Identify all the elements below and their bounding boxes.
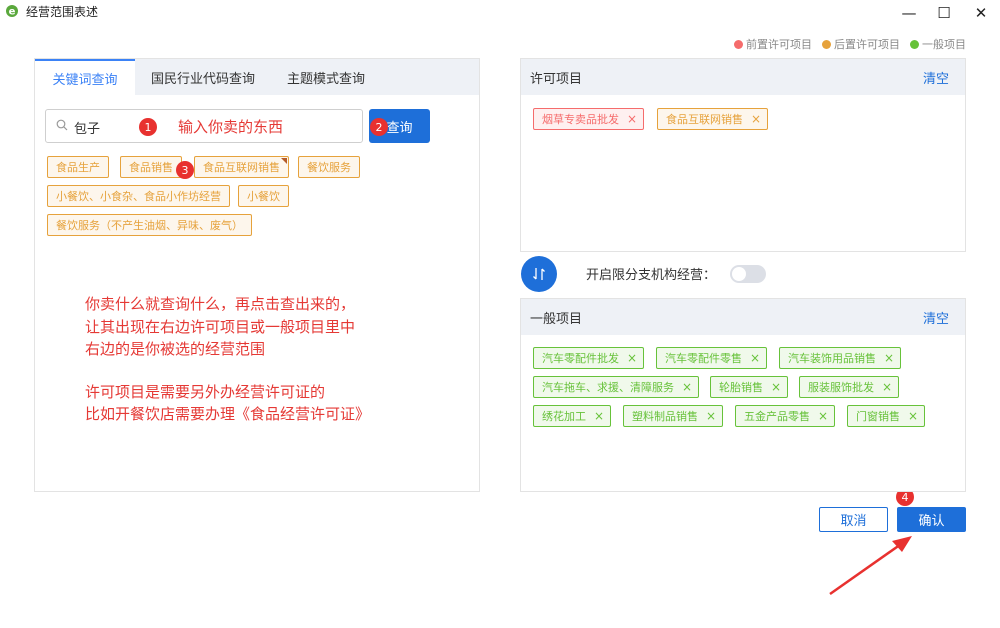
remove-icon[interactable]: ×: [594, 409, 604, 423]
tag-label: 烟草专卖品批发: [542, 113, 619, 126]
legend-dot: [734, 39, 743, 49]
selected-corner-icon: [281, 158, 287, 164]
confirm-button[interactable]: 确认: [897, 507, 966, 532]
remove-icon[interactable]: ×: [818, 409, 828, 423]
remove-icon[interactable]: ×: [627, 112, 637, 126]
branch-toggle-switch[interactable]: [730, 265, 766, 283]
general-tag: 门窗销售 ×: [847, 405, 926, 427]
branch-toggle-label: 开启限分支机构经营：: [586, 268, 717, 283]
tag-label: 食品互联网销售: [666, 113, 743, 126]
panel-header: 许可项目 清空: [521, 59, 965, 95]
general-items-panel: 一般项目 清空 汽车零配件批发 × 汽车零配件零售 × 汽车装饰用品销售 × 汽…: [520, 298, 966, 492]
remove-icon[interactable]: ×: [882, 380, 892, 394]
swap-icon: [533, 268, 545, 280]
svg-text:e: e: [9, 7, 16, 18]
licensed-tag: 烟草专卖品批发 ×: [533, 108, 645, 130]
keyword-result[interactable]: 餐饮服务: [298, 156, 360, 178]
keyword-result[interactable]: 小餐饮、小食杂、食品小作坊经营: [47, 185, 230, 207]
remove-icon[interactable]: ×: [750, 351, 760, 365]
legend-label: 一般项目: [922, 38, 966, 51]
tag-label: 绣花加工: [542, 410, 586, 423]
tag-label: 汽车装饰用品销售: [788, 352, 876, 365]
general-tag: 服装服饰批发 ×: [799, 376, 900, 398]
tag-label: 汽车拖车、求援、清障服务: [542, 381, 674, 394]
annotation-search-hint: 输入你卖的东西: [178, 118, 284, 136]
tab-bar: 关键词查询 国民行业代码查询 主题模式查询: [35, 59, 479, 96]
clear-licensed-button[interactable]: 清空: [923, 68, 949, 87]
clear-general-button[interactable]: 清空: [923, 308, 949, 327]
legend-item-pre-license: 前置许可项目: [734, 36, 812, 52]
annotation-arrow-icon: [829, 536, 912, 596]
panel-title: 一般项目: [530, 312, 583, 327]
keyword-result[interactable]: 食品生产: [47, 156, 109, 178]
general-tag: 绣花加工 ×: [533, 405, 612, 427]
general-tag: 轮胎销售 ×: [710, 376, 789, 398]
keyword-result[interactable]: 食品销售: [120, 156, 182, 178]
tag-label: 轮胎销售: [719, 381, 763, 394]
legend-item-post-license: 后置许可项目: [822, 36, 900, 52]
minimize-button[interactable]: —: [894, 2, 924, 24]
legend-dot: [910, 39, 919, 49]
general-tag: 五金产品零售 ×: [735, 405, 836, 427]
keyword-result[interactable]: 餐饮服务（不产生油烟、异味、废气）: [47, 214, 252, 236]
close-button[interactable]: ✕: [966, 2, 996, 24]
app-logo-icon: e: [6, 5, 18, 18]
toggle-knob: [732, 267, 746, 281]
swap-button[interactable]: [521, 256, 557, 292]
annotation-line: 许可项目是需要另外办经营许可证的: [85, 383, 326, 401]
remove-icon[interactable]: ×: [884, 351, 894, 365]
annotation-line: 你卖什么就查询什么，再点击查出来的，: [85, 295, 356, 313]
tab-industry-code-query[interactable]: 国民行业代码查询: [135, 59, 271, 96]
keyword-result-label: 食品互联网销售: [203, 161, 280, 174]
tag-label: 塑料制品销售: [632, 410, 698, 423]
tag-label: 五金产品零售: [744, 410, 810, 423]
remove-icon[interactable]: ×: [706, 409, 716, 423]
step-badge: 3: [176, 161, 194, 179]
legend-item-general: 一般项目: [910, 36, 966, 52]
annotation-line: 比如开餐饮店需要办理《食品经营许可证》: [85, 405, 371, 423]
general-tag: 塑料制品销售 ×: [623, 405, 724, 427]
tab-theme-query[interactable]: 主题模式查询: [271, 59, 381, 96]
licensed-tag: 食品互联网销售 ×: [657, 108, 769, 130]
annotation-line: 右边的是你被选的经营范围: [85, 340, 266, 358]
tag-label: 汽车零配件批发: [542, 352, 619, 365]
maximize-icon: ☐: [937, 4, 951, 22]
panel-header: 一般项目 清空: [521, 299, 965, 335]
remove-icon[interactable]: ×: [771, 380, 781, 394]
legend-label: 前置许可项目: [746, 38, 812, 51]
legend-dot: [822, 39, 831, 49]
annotation-line: 让其出现在右边许可项目或一般项目里中: [85, 318, 356, 336]
tab-keyword-query[interactable]: 关键词查询: [35, 59, 135, 96]
close-icon: ✕: [974, 4, 988, 22]
licensed-items-panel: 许可项目 清空 烟草专卖品批发 × 食品互联网销售 ×: [520, 58, 966, 252]
tag-label: 门窗销售: [856, 410, 900, 423]
maximize-button[interactable]: ☐: [929, 2, 959, 24]
remove-icon[interactable]: ×: [627, 351, 637, 365]
general-tag: 汽车装饰用品销售 ×: [779, 347, 902, 369]
general-tag: 汽车零配件批发 ×: [533, 347, 645, 369]
keyword-result[interactable]: 小餐饮: [238, 185, 289, 207]
remove-icon[interactable]: ×: [682, 380, 692, 394]
panel-title: 许可项目: [530, 72, 583, 87]
tag-label: 汽车零配件零售: [665, 352, 742, 365]
tag-label: 服装服饰批发: [808, 381, 874, 394]
title-bar: e 经营范围表述 — ☐ ✕: [0, 0, 1000, 26]
step-badge: 1: [139, 118, 157, 136]
step-badge: 2: [370, 118, 388, 136]
legend: 前置许可项目 后置许可项目 一般项目: [734, 36, 966, 52]
cancel-button[interactable]: 取消: [819, 507, 888, 532]
search-value: 包子: [74, 122, 101, 137]
general-tag: 汽车零配件零售 ×: [656, 347, 768, 369]
keyword-result[interactable]: 食品互联网销售: [194, 156, 289, 178]
window-title: 经营范围表述: [26, 5, 99, 19]
general-tag: 汽车拖车、求援、清障服务 ×: [533, 376, 700, 398]
search-icon: [56, 119, 68, 131]
remove-icon[interactable]: ×: [908, 409, 918, 423]
minimize-icon: —: [901, 4, 917, 22]
remove-icon[interactable]: ×: [751, 112, 761, 126]
legend-label: 后置许可项目: [834, 38, 900, 51]
